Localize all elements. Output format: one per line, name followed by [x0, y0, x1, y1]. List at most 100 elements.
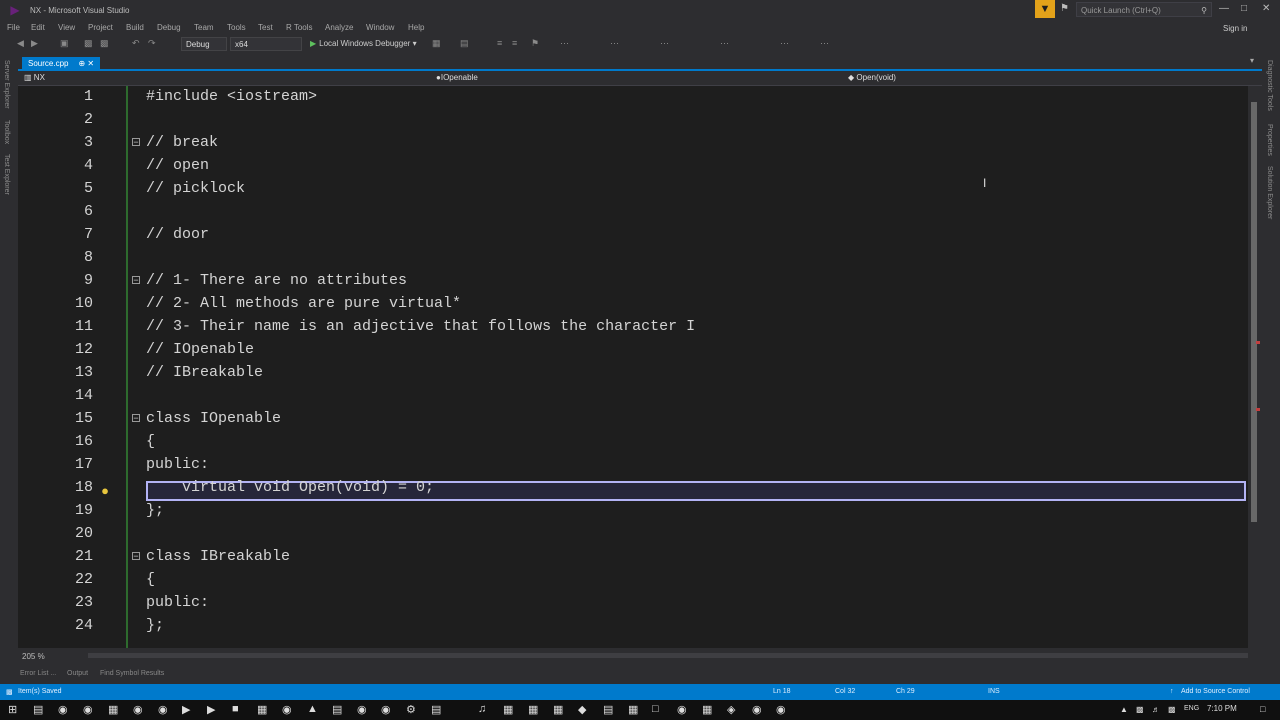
- menu-tools[interactable]: Tools: [227, 23, 246, 32]
- toolbar-icon[interactable]: ⋯: [820, 38, 829, 49]
- app-icon[interactable]: ◉: [83, 703, 93, 716]
- fold-toggle[interactable]: −: [132, 552, 140, 562]
- toolbar-icon[interactable]: ⋯: [660, 38, 669, 49]
- undo-icon[interactable]: ↶: [132, 38, 140, 49]
- redo-icon[interactable]: ↷: [148, 38, 156, 49]
- platform-select[interactable]: x64: [230, 37, 302, 51]
- sign-in-link[interactable]: Sign in: [1223, 24, 1247, 33]
- tray-icon[interactable]: ▩: [1136, 705, 1144, 714]
- app-icon[interactable]: ▦: [108, 703, 118, 716]
- app-icon[interactable]: ♫: [478, 703, 486, 715]
- app-icon[interactable]: ▤: [431, 703, 441, 716]
- minimize-button[interactable]: —: [1219, 3, 1229, 14]
- app-icon[interactable]: ◉: [357, 703, 367, 716]
- start-icon[interactable]: ⊞: [8, 703, 17, 716]
- app-icon[interactable]: ◉: [158, 703, 168, 716]
- forward-icon[interactable]: ▶: [31, 38, 38, 49]
- toolbox-tab[interactable]: Toolbox: [3, 120, 10, 144]
- app-icon[interactable]: ▦: [628, 703, 638, 716]
- fold-toggle[interactable]: −: [132, 138, 140, 148]
- new-project-icon[interactable]: ▣: [60, 38, 69, 49]
- add-to-source-control[interactable]: Add to Source Control: [1181, 688, 1250, 695]
- app-icon[interactable]: ▶: [207, 703, 215, 716]
- app-icon[interactable]: ◉: [282, 703, 292, 716]
- app-icon[interactable]: ▤: [603, 703, 613, 716]
- configuration-select[interactable]: Debug: [181, 37, 227, 51]
- close-tab-icon[interactable]: ✕: [87, 59, 94, 68]
- menu-debug[interactable]: Debug: [157, 23, 181, 32]
- save-icon[interactable]: ▩: [84, 38, 93, 49]
- toolbar-icon[interactable]: ⋯: [720, 38, 729, 49]
- menu-help[interactable]: Help: [408, 23, 424, 32]
- zoom-level[interactable]: 205 %: [22, 652, 45, 661]
- app-icon[interactable]: ◉: [381, 703, 391, 716]
- app-icon[interactable]: ■: [232, 703, 239, 715]
- menu-edit[interactable]: Edit: [31, 23, 45, 32]
- filter-icon[interactable]: ▼: [1035, 0, 1055, 18]
- menu-view[interactable]: View: [58, 23, 75, 32]
- network-icon[interactable]: ▩: [1168, 705, 1176, 714]
- action-center-icon[interactable]: □: [1260, 704, 1265, 714]
- error-list-tab[interactable]: Error List ...: [20, 670, 56, 677]
- properties-tab[interactable]: Properties: [1266, 124, 1273, 156]
- maximize-button[interactable]: □: [1241, 3, 1247, 14]
- toolbar-icon[interactable]: ⋯: [610, 38, 619, 49]
- step-icon[interactable]: ▤: [460, 38, 469, 49]
- toolbar-icon[interactable]: ⋯: [560, 38, 569, 49]
- notification-flag-icon[interactable]: ⚑: [1060, 3, 1069, 14]
- member-dropdown[interactable]: ◆ Open(void): [848, 73, 896, 82]
- code-editor[interactable]: ● 1 #include <iostream> 2 3−// break 4// …: [18, 86, 1248, 648]
- app-icon[interactable]: ◆: [578, 703, 586, 716]
- vertical-scrollbar[interactable]: [1248, 86, 1262, 648]
- scope-dropdown[interactable]: ●IOpenable: [436, 73, 478, 82]
- visual-studio-taskbar-icon[interactable]: ▶: [182, 703, 190, 716]
- input-language[interactable]: ENG: [1184, 705, 1199, 712]
- diagnostic-tools-tab[interactable]: Diagnostic Tools: [1266, 60, 1273, 111]
- clock[interactable]: 7:10 PM: [1207, 704, 1237, 713]
- app-icon[interactable]: ▦: [528, 703, 538, 716]
- toolbar-icon[interactable]: ⋯: [780, 38, 789, 49]
- find-symbol-results-tab[interactable]: Find Symbol Results: [100, 670, 164, 677]
- app-icon[interactable]: ▦: [553, 703, 563, 716]
- pin-icon[interactable]: ⊕: [78, 59, 85, 68]
- menu-team[interactable]: Team: [194, 23, 214, 32]
- menu-window[interactable]: Window: [366, 23, 394, 32]
- app-icon[interactable]: ▦: [257, 703, 267, 716]
- back-icon[interactable]: ◀: [17, 38, 24, 49]
- menu-test[interactable]: Test: [258, 23, 273, 32]
- format-icon[interactable]: ≡: [497, 38, 502, 48]
- menu-file[interactable]: File: [7, 23, 20, 32]
- solution-explorer-tab[interactable]: Solution Explorer: [1266, 166, 1273, 219]
- tab-dropdown-icon[interactable]: ▾: [1250, 56, 1254, 65]
- project-dropdown[interactable]: ▥ NX: [24, 73, 45, 82]
- menu-r-tools[interactable]: R Tools: [286, 23, 313, 32]
- app-icon[interactable]: ◉: [133, 703, 143, 716]
- app-icon[interactable]: ▦: [702, 703, 712, 716]
- fold-toggle[interactable]: −: [132, 414, 140, 424]
- chrome-icon[interactable]: ◉: [58, 703, 68, 716]
- tray-up-arrow-icon[interactable]: ▲: [1120, 705, 1128, 714]
- menu-project[interactable]: Project: [88, 23, 113, 32]
- app-icon[interactable]: ▤: [332, 703, 342, 716]
- scrollbar-thumb[interactable]: [1251, 102, 1257, 522]
- app-icon[interactable]: □: [652, 703, 659, 715]
- menu-build[interactable]: Build: [126, 23, 144, 32]
- horizontal-scrollbar[interactable]: [88, 653, 1248, 658]
- fold-toggle[interactable]: −: [132, 276, 140, 286]
- app-icon[interactable]: ◉: [677, 703, 687, 716]
- volume-icon[interactable]: ♬: [1152, 705, 1160, 714]
- settings-icon[interactable]: ⚙: [406, 703, 416, 716]
- server-explorer-tab[interactable]: Server Explorer: [3, 60, 10, 109]
- file-explorer-icon[interactable]: ▤: [33, 703, 43, 716]
- app-icon[interactable]: ◉: [752, 703, 762, 716]
- app-icon[interactable]: ▲: [307, 703, 318, 715]
- comment-icon[interactable]: ≡: [512, 38, 517, 48]
- app-icon[interactable]: ▦: [503, 703, 513, 716]
- camera-icon[interactable]: ▦: [432, 38, 441, 49]
- test-explorer-tab[interactable]: Test Explorer: [3, 154, 10, 195]
- app-icon[interactable]: ◈: [727, 703, 735, 716]
- app-icon[interactable]: ◉: [776, 703, 786, 716]
- start-debugging-button[interactable]: ▶ Local Windows Debugger ▾: [310, 37, 417, 51]
- close-button[interactable]: ✕: [1262, 3, 1270, 14]
- output-tab[interactable]: Output: [67, 670, 88, 677]
